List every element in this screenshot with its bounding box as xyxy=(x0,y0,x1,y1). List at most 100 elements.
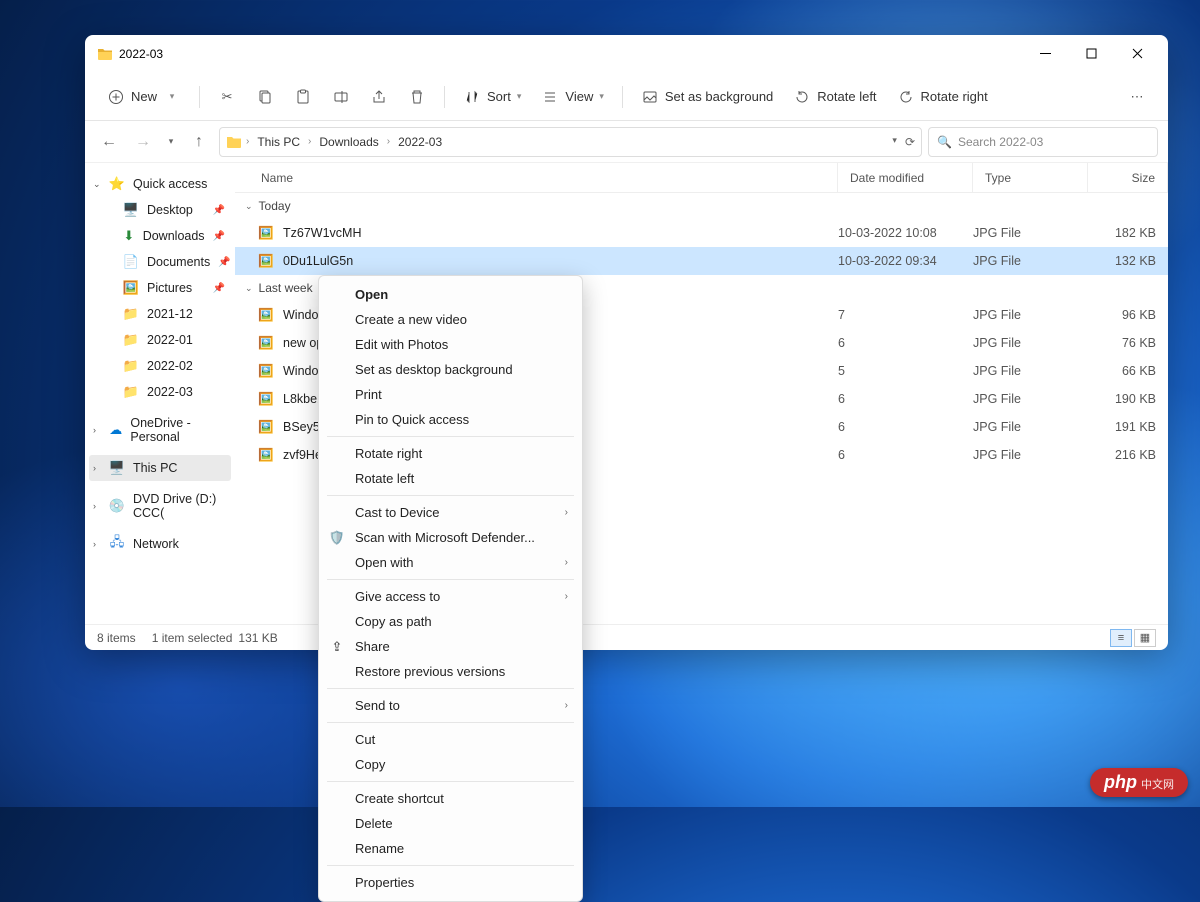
cm-properties[interactable]: Properties xyxy=(319,870,582,895)
titlebar[interactable]: 2022-03 xyxy=(85,35,1168,73)
rotate-left-button[interactable]: Rotate left xyxy=(785,82,884,112)
file-row[interactable]: 🖼️Tz67W1vcMH10-03-2022 10:08JPG File182 … xyxy=(235,219,1168,247)
sort-button[interactable]: Sort ▾ xyxy=(455,82,529,112)
breadcrumb-folder[interactable]: 2022-03 xyxy=(394,133,446,151)
cm-set-desktop-bg[interactable]: Set as desktop background xyxy=(319,357,582,382)
cm-share[interactable]: ⇪Share xyxy=(319,634,582,659)
sidebar-folder-2022-02[interactable]: 📁2022-02 xyxy=(89,353,231,379)
cut-button[interactable]: ✂ xyxy=(210,82,244,112)
file-row[interactable]: 🖼️0Du1LulG5n10-03-2022 09:34JPG File132 … xyxy=(235,247,1168,275)
cm-cast[interactable]: Cast to Device› xyxy=(319,500,582,525)
cm-new-video[interactable]: Create a new video xyxy=(319,307,582,332)
rotate-right-label: Rotate right xyxy=(921,89,988,104)
column-headers: Name Date modified Type Size xyxy=(235,163,1168,193)
sidebar-quick-access[interactable]: ⌄⭐Quick access xyxy=(89,171,231,197)
cm-copy[interactable]: Copy xyxy=(319,752,582,777)
sidebar-documents[interactable]: 📄Documents📌 xyxy=(89,249,231,275)
cm-send-to[interactable]: Send to› xyxy=(319,693,582,718)
sidebar-pictures[interactable]: 🖼️Pictures📌 xyxy=(89,275,231,301)
copy-button[interactable] xyxy=(248,82,282,112)
status-items: 8 items xyxy=(97,631,136,645)
chevron-right-icon: › xyxy=(565,700,568,711)
cm-copy-path[interactable]: Copy as path xyxy=(319,609,582,634)
cm-rotate-left[interactable]: Rotate left xyxy=(319,466,582,491)
addressbar[interactable]: › This PC › Downloads › 2022-03 ▾ ⟳ xyxy=(219,127,922,157)
sidebar-folder-2021-12[interactable]: 📁2021-12 xyxy=(89,301,231,327)
cm-separator xyxy=(327,722,574,723)
share-button[interactable] xyxy=(362,82,396,112)
breadcrumb-pc[interactable]: This PC xyxy=(253,133,304,151)
col-type[interactable]: Type xyxy=(973,163,1088,192)
col-date[interactable]: Date modified xyxy=(838,163,973,192)
sidebar-folder-2022-03[interactable]: 📁2022-03 xyxy=(89,379,231,405)
sidebar-this-pc[interactable]: ›🖥️This PC xyxy=(89,455,231,481)
rename-button[interactable] xyxy=(324,82,358,112)
view-label: View xyxy=(565,89,593,104)
cm-restore[interactable]: Restore previous versions xyxy=(319,659,582,684)
chevron-down-icon: ▾ xyxy=(163,88,181,106)
up-button[interactable]: ↑ xyxy=(185,128,213,156)
view-thumbnails-toggle[interactable]: ▦ xyxy=(1134,629,1156,647)
chevron-right-icon: › xyxy=(93,501,96,511)
sidebar-desktop[interactable]: 🖥️Desktop📌 xyxy=(89,197,231,223)
cm-give-access[interactable]: Give access to› xyxy=(319,584,582,609)
view-button[interactable]: View ▾ xyxy=(533,82,611,112)
chevron-down-icon: ⌄ xyxy=(245,283,253,294)
chevron-right-icon: › xyxy=(93,539,96,549)
sidebar: ⌄⭐Quick access 🖥️Desktop📌 ⬇Downloads📌 📄D… xyxy=(85,163,235,624)
chevron-right-icon: › xyxy=(565,507,568,518)
chevron-right-icon: › xyxy=(565,557,568,568)
cm-delete[interactable]: Delete xyxy=(319,811,582,836)
back-button[interactable]: ← xyxy=(95,128,123,156)
cm-pin-quick[interactable]: Pin to Quick access xyxy=(319,407,582,432)
share-icon: ⇪ xyxy=(329,639,345,655)
rotate-left-icon xyxy=(793,88,811,106)
more-icon: ⋯ xyxy=(1128,88,1146,106)
plus-circle-icon xyxy=(107,88,125,106)
minimize-button[interactable] xyxy=(1022,38,1068,70)
image-file-icon: 🖼️ xyxy=(257,334,275,352)
cm-shortcut[interactable]: Create shortcut xyxy=(319,786,582,811)
sidebar-folder-2022-01[interactable]: 📁2022-01 xyxy=(89,327,231,353)
cm-cut[interactable]: Cut xyxy=(319,727,582,752)
refresh-button[interactable]: ⟳ xyxy=(905,135,915,149)
sidebar-downloads[interactable]: ⬇Downloads📌 xyxy=(89,223,231,249)
maximize-button[interactable] xyxy=(1068,38,1114,70)
col-size[interactable]: Size xyxy=(1088,163,1168,192)
view-details-toggle[interactable]: ≡ xyxy=(1110,629,1132,647)
recent-dropdown[interactable]: ▾ xyxy=(163,128,179,156)
image-file-icon: 🖼️ xyxy=(257,446,275,464)
copy-icon xyxy=(256,88,274,106)
delete-button[interactable] xyxy=(400,82,434,112)
new-button[interactable]: New ▾ xyxy=(99,82,189,112)
col-name[interactable]: Name xyxy=(235,163,838,192)
address-dropdown[interactable]: ▾ xyxy=(892,135,897,149)
paste-button[interactable] xyxy=(286,82,320,112)
trash-icon xyxy=(408,88,426,106)
group-today[interactable]: ⌄Today xyxy=(235,193,1168,219)
close-button[interactable] xyxy=(1114,38,1160,70)
rotate-right-button[interactable]: Rotate right xyxy=(889,82,996,112)
folder-icon: 📁 xyxy=(123,384,139,400)
cm-open-with[interactable]: Open with› xyxy=(319,550,582,575)
set-background-icon xyxy=(641,88,659,106)
cm-rotate-right[interactable]: Rotate right xyxy=(319,441,582,466)
breadcrumb-downloads[interactable]: Downloads xyxy=(315,133,382,151)
divider xyxy=(199,86,200,108)
cm-open[interactable]: Open xyxy=(319,282,582,307)
cm-rename[interactable]: Rename xyxy=(319,836,582,861)
cm-separator xyxy=(327,781,574,782)
more-button[interactable]: ⋯ xyxy=(1120,82,1154,112)
cm-defender[interactable]: 🛡️Scan with Microsoft Defender... xyxy=(319,525,582,550)
sidebar-onedrive[interactable]: ›☁OneDrive - Personal xyxy=(89,411,231,449)
cm-print[interactable]: Print xyxy=(319,382,582,407)
search-input[interactable]: 🔍 Search 2022-03 xyxy=(928,127,1158,157)
cm-edit-photos[interactable]: Edit with Photos xyxy=(319,332,582,357)
sidebar-dvd[interactable]: ›💿DVD Drive (D:) CCC( xyxy=(89,487,231,525)
set-bg-label: Set as background xyxy=(665,89,773,104)
set-background-button[interactable]: Set as background xyxy=(633,82,781,112)
forward-button[interactable]: → xyxy=(129,128,157,156)
sidebar-network[interactable]: ›🖧Network xyxy=(89,531,231,557)
folder-icon: 📁 xyxy=(123,358,139,374)
paste-icon xyxy=(294,88,312,106)
